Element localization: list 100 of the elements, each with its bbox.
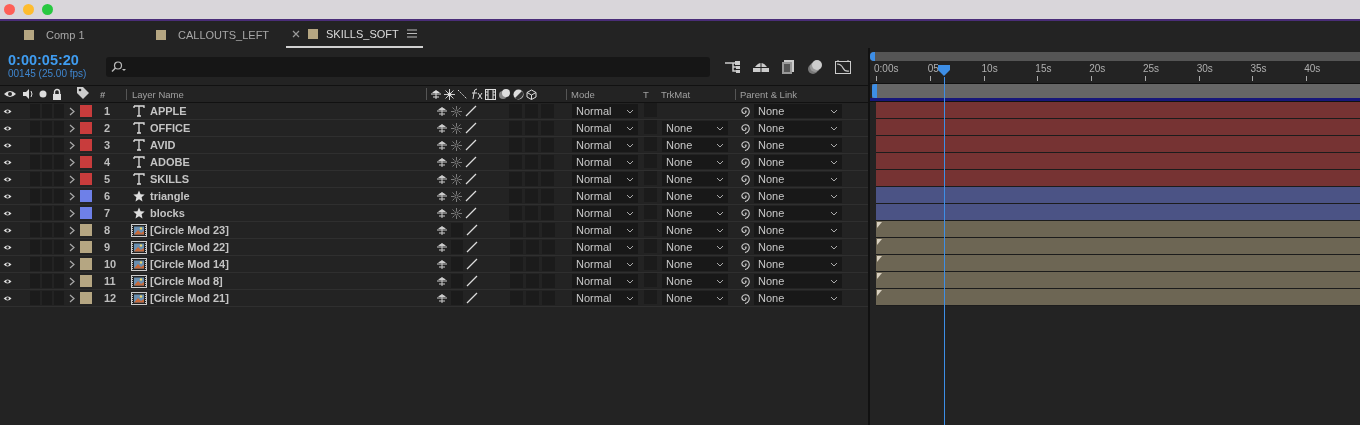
pick-whip-icon[interactable] <box>739 190 751 202</box>
pick-whip-icon[interactable] <box>739 173 751 185</box>
mode-dropdown[interactable]: Normal <box>572 138 638 152</box>
switch-box[interactable] <box>525 104 538 118</box>
film-frames-icon[interactable] <box>780 58 796 75</box>
quality-slash-icon[interactable] <box>465 122 477 134</box>
close-icon[interactable] <box>292 29 300 38</box>
comp-tab[interactable]: CALLOUTS_LEFT <box>136 21 286 48</box>
mode-dropdown[interactable]: Normal <box>572 257 638 271</box>
switch-box[interactable] <box>541 104 554 118</box>
mode-dropdown[interactable]: Normal <box>572 240 638 254</box>
track-matte-dropdown[interactable]: None <box>662 223 728 237</box>
parent-dropdown[interactable]: None <box>754 189 842 203</box>
quality-slash-icon[interactable] <box>466 258 478 270</box>
label-color-swatch[interactable] <box>80 207 92 219</box>
mode-dropdown[interactable]: Normal <box>572 189 638 203</box>
parent-dropdown[interactable]: None <box>754 223 842 237</box>
track-matte-dropdown[interactable]: None <box>662 206 728 220</box>
label-color-swatch[interactable] <box>80 292 92 304</box>
navigator-handle[interactable] <box>870 52 875 61</box>
label-color-swatch[interactable] <box>80 105 92 117</box>
shy-switch-icon[interactable] <box>436 258 448 270</box>
shy-switch-icon[interactable] <box>436 224 448 236</box>
shy-switch-icon[interactable] <box>436 241 448 253</box>
label-color-swatch[interactable] <box>80 224 92 236</box>
minimize-window-button[interactable] <box>23 4 34 15</box>
parent-dropdown[interactable]: None <box>754 291 842 305</box>
layer-name[interactable]: [Circle Mod 23] <box>148 224 436 236</box>
label-color-swatch[interactable] <box>80 139 92 151</box>
mode-dropdown[interactable]: Normal <box>572 155 638 169</box>
shy-switch-icon[interactable] <box>436 122 448 134</box>
layer-name[interactable]: SKILLS <box>148 173 436 185</box>
layer-name[interactable]: [Circle Mod 21] <box>148 292 436 304</box>
quality-slash-icon[interactable] <box>466 292 478 304</box>
track-matte-dropdown[interactable]: None <box>662 138 728 152</box>
mode-dropdown[interactable]: Normal <box>572 172 638 186</box>
pick-whip-icon[interactable] <box>739 258 751 270</box>
parent-dropdown[interactable]: None <box>754 121 842 135</box>
sun-switch-icon[interactable] <box>451 207 462 219</box>
switch-box[interactable] <box>509 104 522 118</box>
parent-dropdown[interactable]: None <box>754 274 842 288</box>
mode-dropdown[interactable]: Normal <box>572 291 638 305</box>
pick-whip-icon[interactable] <box>739 224 751 236</box>
shy-switch-icon[interactable] <box>436 275 448 287</box>
layer-duration-bar[interactable] <box>876 238 1360 255</box>
label-color-swatch[interactable] <box>80 275 92 287</box>
work-area-handle[interactable] <box>872 84 877 98</box>
layer-name[interactable]: OFFICE <box>148 122 436 134</box>
track-matte-dropdown[interactable]: None <box>662 274 728 288</box>
layer-name[interactable]: blocks <box>148 207 436 219</box>
close-window-button[interactable] <box>4 4 15 15</box>
current-time[interactable]: 0:00:05:20 <box>8 53 104 67</box>
comp-tab[interactable]: SKILLS_SOFT <box>286 21 423 48</box>
quality-slash-icon[interactable] <box>466 224 478 236</box>
pick-whip-icon[interactable] <box>739 105 751 117</box>
pick-whip-icon[interactable] <box>739 292 751 304</box>
track-matte-dropdown[interactable]: None <box>662 155 728 169</box>
label-color-swatch[interactable] <box>80 190 92 202</box>
track-matte-dropdown[interactable]: None <box>662 189 728 203</box>
audio-toggle[interactable] <box>30 104 41 118</box>
sun-switch-icon[interactable] <box>451 156 462 168</box>
quality-slash-icon[interactable] <box>466 275 478 287</box>
parent-dropdown[interactable]: None <box>754 240 842 254</box>
layer-name[interactable]: ADOBE <box>148 156 436 168</box>
layer-name[interactable]: AVID <box>148 139 436 151</box>
shy-switch-icon[interactable] <box>436 139 448 151</box>
zoom-window-button[interactable] <box>42 4 53 15</box>
label-color-swatch[interactable] <box>80 156 92 168</box>
mode-dropdown[interactable]: Normal <box>572 104 638 118</box>
mode-dropdown[interactable]: Normal <box>572 223 638 237</box>
quality-slash-icon[interactable] <box>465 173 477 185</box>
lock-toggle[interactable] <box>54 104 64 118</box>
shy-switch-icon[interactable] <box>436 207 448 219</box>
layer-duration-bar[interactable] <box>876 204 1360 221</box>
layer-name[interactable]: [Circle Mod 8] <box>148 275 436 287</box>
mode-dropdown[interactable]: Normal <box>572 121 638 135</box>
comp-tab[interactable]: Comp 1 <box>0 21 136 48</box>
graph-editor-icon[interactable] <box>834 58 852 75</box>
parent-dropdown[interactable]: None <box>754 138 842 152</box>
quality-slash-icon[interactable] <box>465 105 477 117</box>
sun-switch-icon[interactable] <box>451 122 462 134</box>
track-matte-dropdown[interactable]: None <box>662 291 728 305</box>
track-matte-dropdown[interactable]: None <box>662 172 728 186</box>
layer-duration-bar[interactable] <box>876 272 1360 289</box>
layer-name[interactable]: APPLE <box>148 105 436 117</box>
layer-name[interactable]: [Circle Mod 14] <box>148 258 436 270</box>
motion-blur-icon[interactable] <box>806 58 824 75</box>
solo-toggle[interactable] <box>42 104 53 118</box>
sun-switch-icon[interactable] <box>451 173 462 185</box>
layer-duration-bar[interactable] <box>876 255 1360 272</box>
layer-duration-bar[interactable] <box>876 289 1360 306</box>
mode-dropdown[interactable]: Normal <box>572 274 638 288</box>
label-color-swatch[interactable] <box>80 241 92 253</box>
layer-name[interactable]: triangle <box>148 190 436 202</box>
parent-dropdown[interactable]: None <box>754 206 842 220</box>
mode-dropdown[interactable]: Normal <box>572 206 638 220</box>
parent-dropdown[interactable]: None <box>754 257 842 271</box>
shy-switch-icon[interactable] <box>436 292 448 304</box>
sun-switch-icon[interactable] <box>451 190 462 202</box>
label-color-swatch[interactable] <box>80 173 92 185</box>
